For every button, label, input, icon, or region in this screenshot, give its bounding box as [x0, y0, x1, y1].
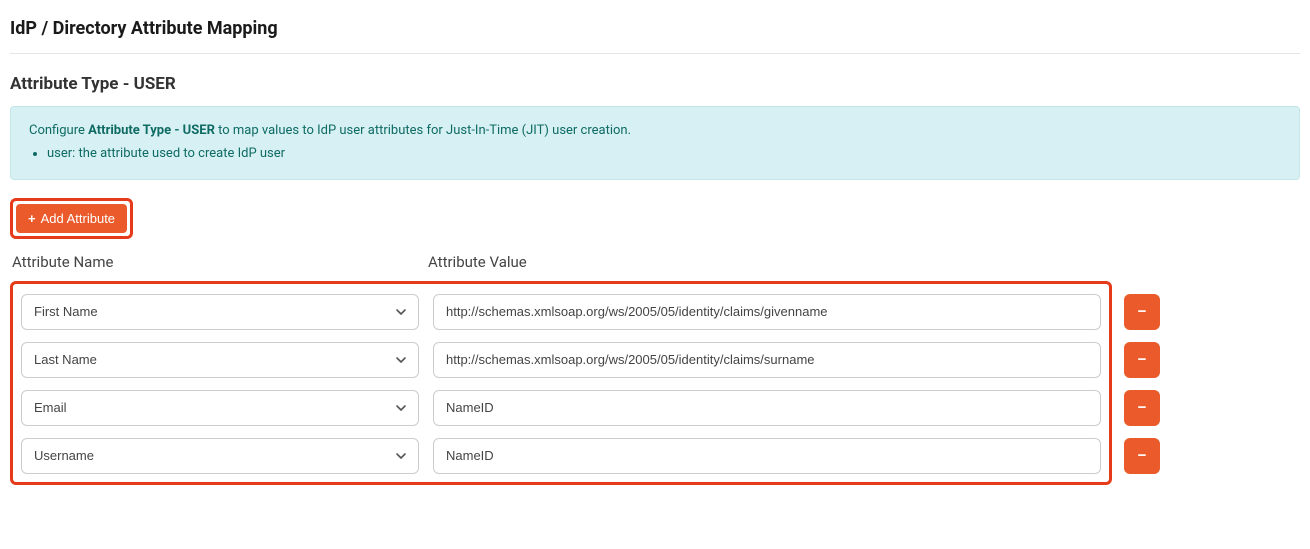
header-attribute-value: Attribute Value: [428, 253, 1100, 271]
remove-attribute-button[interactable]: −: [1124, 294, 1160, 330]
attribute-name-select[interactable]: Email: [21, 390, 419, 426]
section-title: Attribute Type - USER: [10, 74, 1300, 94]
add-attribute-button[interactable]: + Add Attribute: [16, 204, 127, 233]
minus-icon: −: [1138, 351, 1147, 368]
attribute-row: Username: [21, 438, 1101, 474]
minus-icon: −: [1138, 399, 1147, 416]
plus-icon: +: [28, 211, 36, 226]
info-prefix: Configure: [29, 123, 88, 138]
info-suffix: to map values to IdP user attributes for…: [215, 123, 631, 138]
attribute-value-input[interactable]: [433, 390, 1101, 426]
remove-attribute-button[interactable]: −: [1124, 438, 1160, 474]
attribute-row: Last Name: [21, 342, 1101, 378]
attribute-row: First Name: [21, 294, 1101, 330]
header-attribute-name: Attribute Name: [12, 253, 414, 271]
page-title: IdP / Directory Attribute Mapping: [10, 10, 1300, 54]
attribute-value-input[interactable]: [433, 294, 1101, 330]
minus-icon: −: [1138, 447, 1147, 464]
info-bold: Attribute Type - USER: [88, 123, 215, 138]
attribute-name-select[interactable]: Last Name: [21, 342, 419, 378]
info-bullet: user: the attribute used to create IdP u…: [47, 144, 1281, 165]
remove-attribute-button[interactable]: −: [1124, 390, 1160, 426]
attribute-name-select[interactable]: First Name: [21, 294, 419, 330]
rows-highlight: First Name Last Name E: [10, 281, 1112, 485]
minus-icon: −: [1138, 303, 1147, 320]
attribute-value-input[interactable]: [433, 438, 1101, 474]
remove-attribute-button[interactable]: −: [1124, 342, 1160, 378]
info-box: Configure Attribute Type - USER to map v…: [10, 106, 1300, 180]
attribute-value-input[interactable]: [433, 342, 1101, 378]
add-button-highlight: + Add Attribute: [10, 198, 133, 239]
attribute-name-select[interactable]: Username: [21, 438, 419, 474]
attribute-row: Email: [21, 390, 1101, 426]
info-text: Configure Attribute Type - USER to map v…: [29, 121, 1281, 142]
column-headers: Attribute Name Attribute Value: [10, 253, 1300, 271]
remove-column: − − − −: [1124, 284, 1160, 482]
add-attribute-label: Add Attribute: [41, 211, 115, 226]
